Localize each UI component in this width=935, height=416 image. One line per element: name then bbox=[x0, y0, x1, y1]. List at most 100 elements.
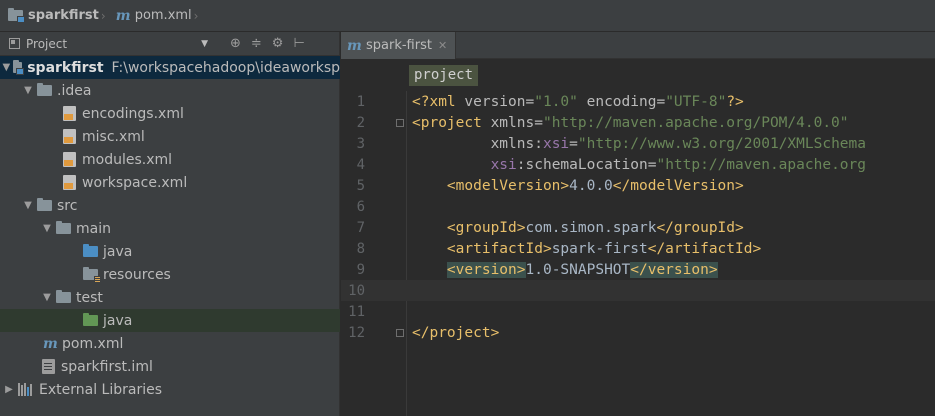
tree-item-label: pom.xml bbox=[62, 335, 124, 352]
expand-arrow-icon[interactable]: ▼ bbox=[21, 85, 35, 96]
tree-item-label: src bbox=[57, 197, 78, 214]
caret-down-icon[interactable]: ▼ bbox=[201, 39, 208, 49]
module-folder-icon bbox=[12, 60, 25, 75]
tree-item-label: sparkfirst.iml bbox=[61, 358, 153, 375]
tree-item-label: misc.xml bbox=[82, 128, 145, 145]
code-line-12: 12 </project> bbox=[341, 322, 935, 343]
folder-icon bbox=[37, 83, 52, 96]
code-token: "http://maven.apache.org bbox=[656, 156, 866, 173]
tree-item-misc[interactable]: misc.xml bbox=[0, 125, 340, 148]
code-token: encoding= bbox=[577, 93, 666, 110]
line-number: 2 bbox=[356, 114, 365, 131]
tree-item-label: workspace.xml bbox=[82, 174, 188, 191]
folder-icon bbox=[37, 198, 52, 211]
code-line-7: 7 <groupId>com.simon.spark</groupId> bbox=[341, 217, 935, 238]
tree-item-src[interactable]: ▼ src bbox=[0, 194, 340, 217]
xml-tag-breadcrumb[interactable]: project bbox=[409, 65, 479, 86]
code-line-1: 1 <?xml version="1.0" encoding="UTF-8"?> bbox=[341, 91, 935, 112]
tree-item-label: modules.xml bbox=[82, 151, 173, 168]
line-number: 12 bbox=[348, 324, 365, 341]
line-number: 3 bbox=[356, 135, 365, 152]
resources-folder-icon bbox=[83, 267, 101, 283]
breadcrumb-file[interactable]: m pom.xml › bbox=[116, 0, 209, 31]
tree-item-idea[interactable]: ▼ .idea bbox=[0, 79, 340, 102]
project-view-label[interactable]: Project bbox=[26, 37, 67, 51]
code-token: "http://www.w3.org/2001/XMLSchema bbox=[577, 135, 866, 152]
breadcrumb-project[interactable]: sparkfirst › bbox=[8, 0, 116, 31]
editor-tabs: m spark-first ✕ bbox=[341, 32, 935, 59]
tree-item-java-main[interactable]: java bbox=[0, 240, 340, 263]
tree-item-test[interactable]: ▼ test bbox=[0, 286, 340, 309]
code-area[interactable]: 1 <?xml version="1.0" encoding="UTF-8"?>… bbox=[341, 91, 935, 416]
maven-icon: m bbox=[347, 37, 362, 54]
code-token: spark-first bbox=[551, 240, 648, 257]
hide-panel-icon[interactable]: ⊢ bbox=[293, 36, 304, 51]
maven-icon: m bbox=[115, 7, 131, 24]
code-line-8: 8 <artifactId>spark-first</artifactId> bbox=[341, 238, 935, 259]
code-token: com.simon.spark bbox=[525, 219, 657, 236]
scroll-from-source-icon[interactable]: ⊕ bbox=[230, 36, 241, 51]
code-token: xmlns: bbox=[490, 135, 543, 152]
fold-marker-icon[interactable] bbox=[396, 328, 404, 337]
tree-item-external-libraries[interactable]: ▶ External Libraries bbox=[0, 378, 340, 401]
xml-file-icon bbox=[63, 129, 76, 144]
expand-arrow-icon[interactable]: ▶ bbox=[2, 384, 16, 395]
code-token: </artifactId> bbox=[647, 240, 762, 257]
tree-item-label: External Libraries bbox=[39, 381, 162, 398]
tree-item-modules[interactable]: modules.xml bbox=[0, 148, 340, 171]
tree-item-workspace[interactable]: workspace.xml bbox=[0, 171, 340, 194]
folder-icon bbox=[56, 290, 71, 303]
tree-item-label: resources bbox=[103, 266, 171, 283]
maven-icon: m bbox=[43, 335, 58, 352]
line-number: 10 bbox=[348, 282, 365, 299]
source-folder-icon bbox=[83, 244, 98, 257]
tree-item-encodings[interactable]: encodings.xml bbox=[0, 102, 340, 125]
line-number: 8 bbox=[356, 240, 365, 257]
expand-arrow-icon[interactable]: ▼ bbox=[40, 292, 54, 303]
tree-item-sparkfirst[interactable]: ▼ sparkfirst F:\workspacehadoop\ideawork… bbox=[0, 56, 340, 79]
code-token: :schemaLocation= bbox=[516, 156, 657, 173]
xml-file-icon bbox=[63, 175, 76, 190]
code-token: "http://maven.apache.org/POM/4.0.0" bbox=[542, 114, 849, 131]
code-line-3: 3 xmlns:xsi="http://www.w3.org/2001/XMLS… bbox=[341, 133, 935, 154]
code-token: <groupId> bbox=[446, 219, 526, 236]
tree-item-pom[interactable]: m pom.xml bbox=[0, 332, 340, 355]
iml-file-icon bbox=[42, 359, 55, 374]
expand-arrow-icon[interactable]: ▼ bbox=[2, 62, 11, 73]
code-token: xsi bbox=[490, 156, 517, 173]
code-token: = bbox=[569, 135, 578, 152]
code-token: 1.0-SNAPSHOT bbox=[525, 261, 631, 278]
project-tree: ▼ sparkfirst F:\workspacehadoop\ideawork… bbox=[0, 56, 340, 401]
chevron-right-icon: › bbox=[100, 8, 106, 23]
line-number: 1 bbox=[356, 93, 365, 110]
expand-arrow-icon[interactable]: ▼ bbox=[21, 200, 35, 211]
folder-icon bbox=[56, 221, 71, 234]
gear-icon[interactable]: ⚙ bbox=[272, 36, 284, 51]
tree-item-label: test bbox=[76, 289, 103, 306]
tree-item-iml[interactable]: sparkfirst.iml bbox=[0, 355, 340, 378]
tree-item-java-test[interactable]: java bbox=[0, 309, 340, 332]
code-token: xsi bbox=[542, 135, 570, 152]
module-folder-icon bbox=[8, 8, 25, 23]
tree-item-main[interactable]: ▼ main bbox=[0, 217, 340, 240]
collapse-all-icon[interactable]: ≑ bbox=[251, 36, 262, 51]
code-token: </project> bbox=[412, 324, 500, 341]
expand-arrow-icon[interactable]: ▼ bbox=[40, 223, 54, 234]
code-line-10: 10 bbox=[341, 280, 935, 301]
fold-marker-icon[interactable] bbox=[396, 118, 404, 127]
tree-item-label: sparkfirst bbox=[27, 59, 104, 76]
close-icon[interactable]: ✕ bbox=[438, 39, 447, 52]
line-number: 6 bbox=[356, 198, 365, 215]
editor: m spark-first ✕ project 1 <?xml version=… bbox=[341, 32, 935, 416]
tree-item-label: encodings.xml bbox=[82, 105, 184, 122]
code-token: </groupId> bbox=[656, 219, 744, 236]
code-token: ?> bbox=[726, 93, 744, 110]
code-token: <?xml bbox=[412, 93, 465, 110]
code-token: version= bbox=[464, 93, 535, 110]
code-token: <artifactId> bbox=[446, 240, 552, 257]
tree-item-resources[interactable]: resources bbox=[0, 263, 340, 286]
code-line-2: 2 <project xmlns="http://maven.apache.or… bbox=[341, 112, 935, 133]
code-token: "1.0" bbox=[534, 93, 578, 110]
breadcrumb-file-label: pom.xml bbox=[134, 8, 192, 23]
tab-spark-first[interactable]: m spark-first ✕ bbox=[341, 32, 457, 59]
